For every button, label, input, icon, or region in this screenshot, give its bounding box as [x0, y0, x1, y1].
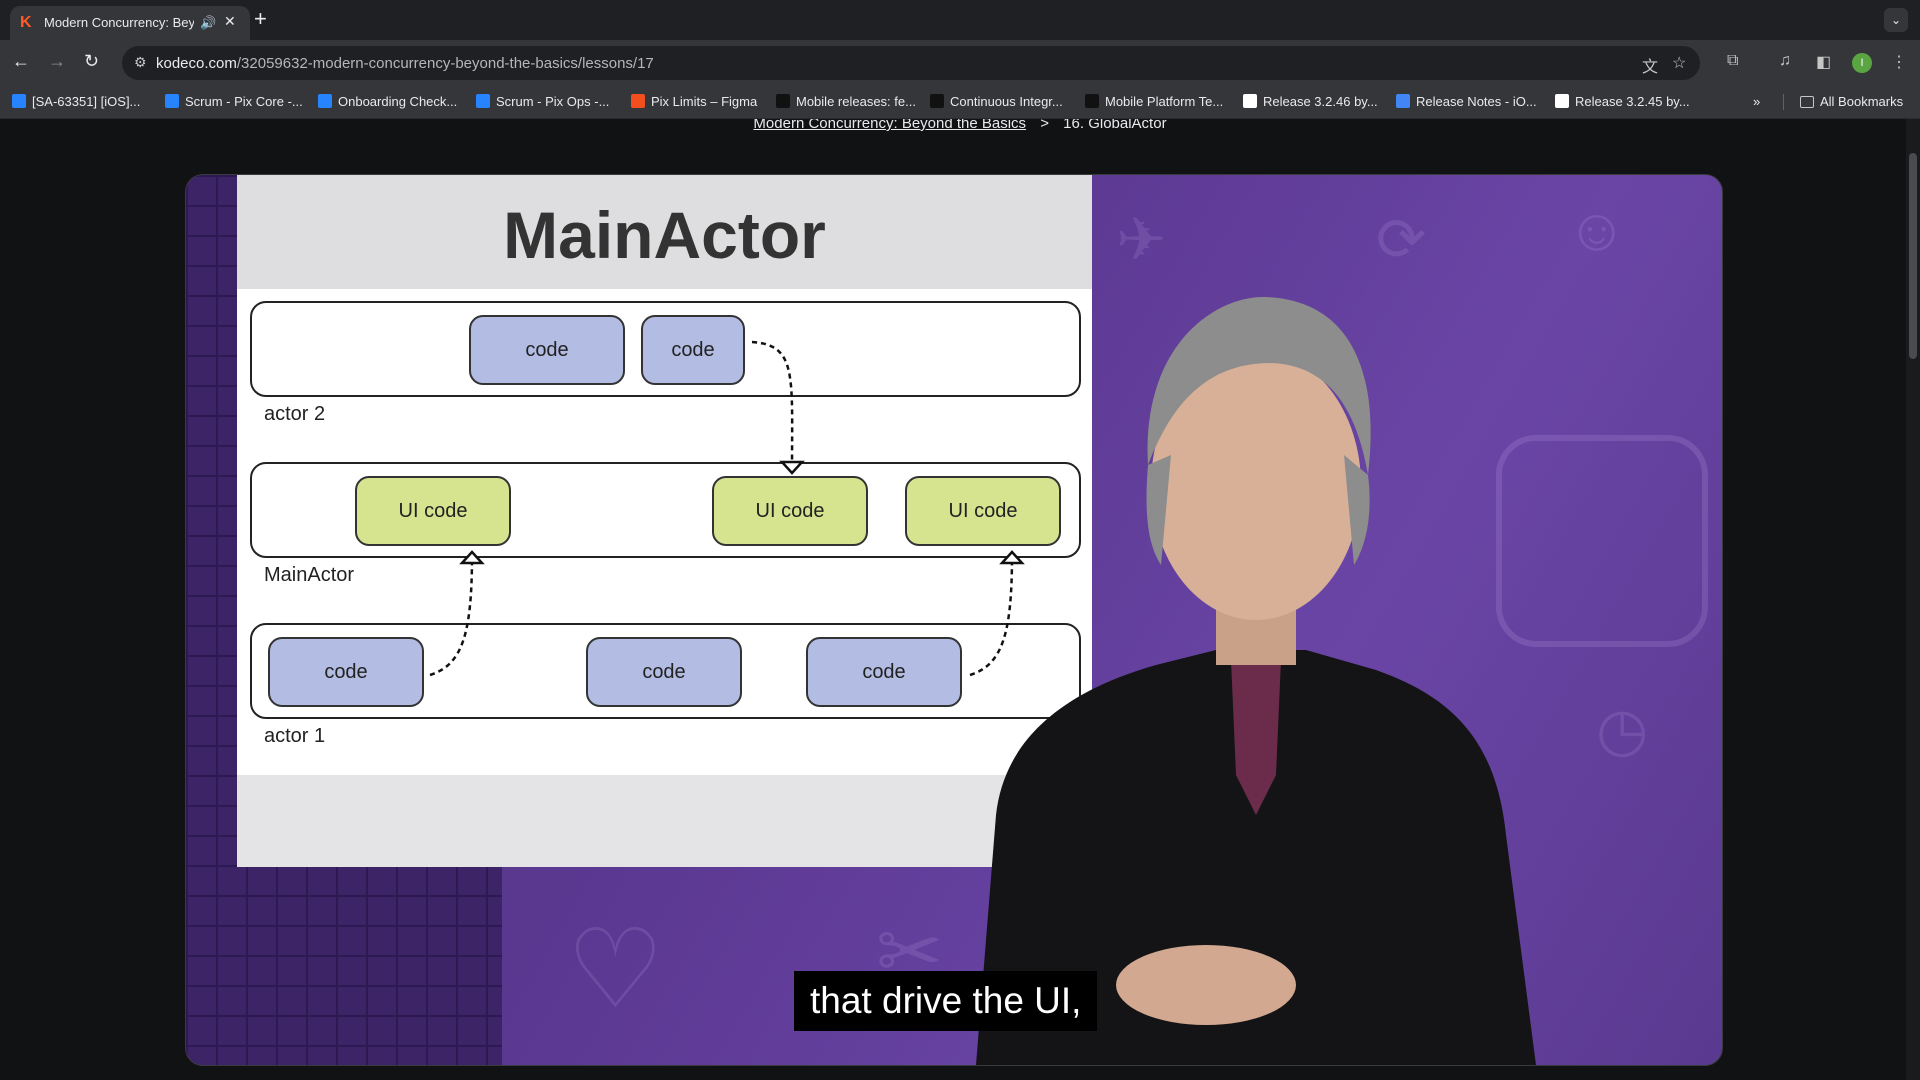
bookmark-item[interactable]: Onboarding Check... — [318, 94, 457, 109]
clock-icon: ◷ — [1596, 696, 1649, 763]
plus-icon[interactable]: + — [254, 8, 267, 30]
bookmark-favicon-icon — [476, 94, 490, 108]
bookmark-favicon-icon — [930, 94, 944, 108]
bookmark-favicon-icon — [631, 94, 645, 108]
bookmarks-bar: [SA-63351] [iOS]... Scrum - Pix Core -...… — [0, 86, 1920, 119]
bookmark-favicon-icon — [776, 94, 790, 108]
bookmark-label: Release 3.2.46 by... — [1263, 94, 1378, 109]
bookmark-label: Scrum - Pix Core -... — [185, 94, 303, 109]
browser-toolbar: ← → ↻ ⚙ kodeco.com/32059632-modern-concu… — [0, 40, 1920, 86]
bookmark-item[interactable]: Release 3.2.46 by... — [1243, 94, 1378, 109]
bookmark-label: Onboarding Check... — [338, 94, 458, 109]
scrollbar-thumb[interactable] — [1909, 153, 1917, 359]
breadcrumb-course-link[interactable]: Modern Concurrency: Beyond the Basics — [753, 119, 1026, 131]
bookmark-item[interactable]: Scrum - Pix Ops -... — [476, 94, 609, 109]
bookmark-label: Mobile releases: fe... — [796, 94, 916, 109]
all-bookmarks-label: All Bookmarks — [1820, 94, 1904, 109]
main-actor-label: MainActor — [264, 564, 355, 586]
close-icon[interactable]: ✕ — [224, 13, 236, 30]
translate-icon[interactable]: 文 — [1642, 53, 1658, 77]
bookmark-favicon-icon — [318, 94, 332, 108]
bookmark-item[interactable]: Release Notes - iO... — [1396, 94, 1537, 109]
bookmark-item[interactable]: Pix Limits – Figma — [631, 94, 757, 109]
bookmarks-overflow-icon[interactable]: » — [1753, 94, 1760, 109]
url-host: kodeco.com — [156, 55, 237, 72]
bookmark-label: Mobile Platform Te... — [1105, 94, 1224, 109]
heart-icon: ♡ — [566, 908, 665, 1031]
bookmark-favicon-icon — [1243, 94, 1257, 108]
chevron-down-icon[interactable]: ⌄ — [1884, 8, 1908, 32]
bookmark-label: Pix Limits – Figma — [651, 94, 758, 109]
actor2-label: actor 2 — [264, 403, 326, 425]
url-text[interactable]: kodeco.com/32059632-modern-concurrency-b… — [156, 55, 654, 72]
page-content: Modern Concurrency: Beyond the Basics > … — [0, 119, 1920, 1080]
bookmark-item[interactable]: Continuous Integr... — [930, 94, 1063, 109]
bookmark-item[interactable]: Mobile releases: fe... — [776, 94, 916, 109]
bookmark-favicon-icon — [1396, 94, 1410, 108]
browser-tab[interactable]: K Modern Concurrency: Bey 🔊 ✕ — [10, 6, 250, 40]
forward-arrow-icon[interactable]: → — [48, 51, 66, 71]
tab-strip: K Modern Concurrency: Bey 🔊 ✕ + ⌄ — [0, 0, 1920, 40]
bookmark-label: Continuous Integr... — [950, 94, 1063, 109]
presenter-image — [976, 296, 1536, 1065]
page-scrollbar[interactable] — [1906, 119, 1920, 1080]
bookmark-label: Scrum - Pix Ops -... — [496, 94, 610, 109]
reload-icon[interactable]: ↻ — [84, 51, 99, 71]
speaker-icon[interactable]: 🔊 — [200, 15, 216, 31]
bookmark-label: [SA-63351] [iOS]... — [32, 94, 141, 109]
bookmarks-divider — [1783, 94, 1784, 110]
side-panel-icon[interactable]: ◧ — [1816, 52, 1831, 72]
star-icon[interactable]: ☆ — [1672, 53, 1686, 73]
bookmark-item[interactable]: Scrum - Pix Core -... — [165, 94, 303, 109]
profile-avatar[interactable]: I — [1852, 53, 1872, 73]
breadcrumb: Modern Concurrency: Beyond the Basics > … — [0, 119, 1920, 131]
video-caption: that drive the UI, — [794, 971, 1098, 1031]
tab-title: Modern Concurrency: Bey — [44, 15, 194, 30]
bookmark-item[interactable]: Mobile Platform Te... — [1085, 94, 1223, 109]
ui-code-chip: UI code — [712, 476, 868, 546]
url-path: /32059632-modern-concurrency-beyond-the-… — [236, 55, 654, 72]
bookmark-favicon-icon — [1085, 94, 1099, 108]
media-control-icon[interactable]: ♫ — [1779, 52, 1791, 70]
site-info-icon[interactable]: ⚙ — [134, 54, 147, 71]
kodeco-favicon-icon: K — [20, 14, 32, 31]
actor1-label: actor 1 — [264, 725, 326, 747]
menu-icon[interactable]: ⋮ — [1891, 52, 1907, 72]
extensions-icon[interactable]: ⧉ — [1727, 52, 1738, 70]
ui-code-chip: UI code — [355, 476, 511, 546]
folder-icon — [1800, 96, 1814, 108]
smiley-icon: ☺ — [1566, 196, 1628, 263]
actor2-code-chip: code — [469, 315, 625, 385]
breadcrumb-lesson: 16. GlobalActor — [1063, 119, 1167, 131]
back-arrow-icon[interactable]: ← — [12, 51, 30, 71]
actor2-code-chip: code — [641, 315, 745, 385]
actor1-code-chip: code — [268, 637, 424, 707]
bookmark-favicon-icon — [1555, 94, 1569, 108]
bookmark-label: Release 3.2.45 by... — [1575, 94, 1690, 109]
address-bar[interactable]: ⚙ kodeco.com/32059632-modern-concurrency… — [122, 46, 1700, 80]
bookmark-item[interactable]: [SA-63351] [iOS]... — [12, 94, 140, 109]
video-player[interactable]: ✈ ⟳ ☺ ◷ ♡ ✂ MainActor code code actor 2 … — [185, 174, 1723, 1066]
bookmark-favicon-icon — [165, 94, 179, 108]
bookmark-label: Release Notes - iO... — [1416, 94, 1537, 109]
all-bookmarks-button[interactable]: All Bookmarks — [1800, 94, 1903, 109]
breadcrumb-separator: > — [1040, 119, 1049, 131]
bookmark-item[interactable]: Release 3.2.45 by... — [1555, 94, 1690, 109]
actor1-code-chip: code — [586, 637, 742, 707]
presenter-hand — [1116, 945, 1296, 1025]
bookmark-favicon-icon — [12, 94, 26, 108]
